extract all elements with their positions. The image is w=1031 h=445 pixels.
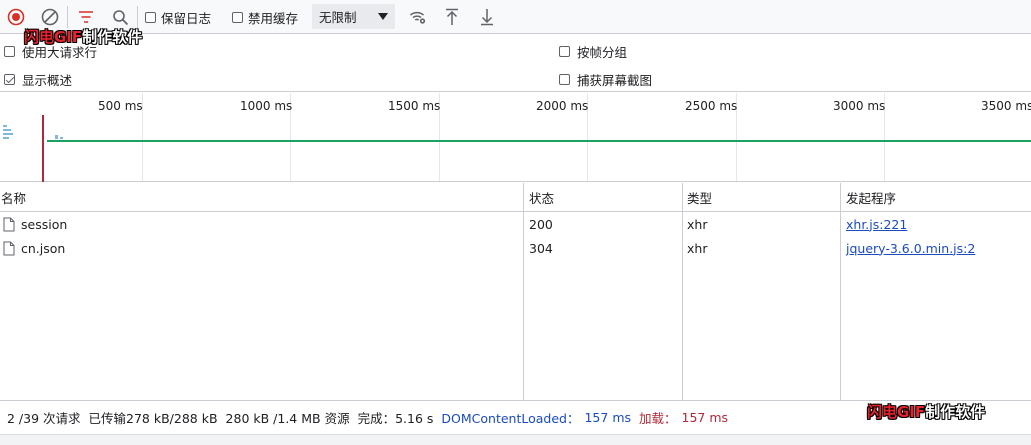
request-bar-mini <box>60 137 63 139</box>
resources-size: 280 kB /1.4 MB 资源 <box>225 411 350 426</box>
request-name-cell: cn.json <box>3 236 65 260</box>
request-bar-mini <box>3 137 9 139</box>
network-conditions-button[interactable] <box>404 0 432 34</box>
column-header-status[interactable]: 状态 <box>524 183 682 212</box>
preserve-log-label: 保留日志 <box>161 10 212 26</box>
capture-screenshots-label: 捕获屏幕截图 <box>577 73 653 88</box>
filter-icon <box>79 11 93 23</box>
watermark-brand: 闪电GIF <box>24 28 83 46</box>
request-bar-mini <box>55 135 58 139</box>
checkbox-box[interactable] <box>4 46 15 57</box>
dcl-value: 157 ms <box>584 410 632 425</box>
show-overview-label: 显示概述 <box>22 73 73 88</box>
finish-time: 完成：5.16 s <box>357 411 434 426</box>
document-icon <box>3 217 15 231</box>
request-type: xhr <box>687 216 708 232</box>
request-count: 2 /39 次请求 <box>7 411 81 426</box>
request-name[interactable]: session <box>21 217 67 232</box>
requests-table-header: 名称 状态 类型 发起程序 <box>0 183 1031 212</box>
timeline-tick: 500 ms <box>98 99 143 113</box>
checkbox-box-checked[interactable] <box>4 74 15 85</box>
export-har-button[interactable] <box>473 0 501 34</box>
dcl-label: DOMContentLoaded： <box>441 411 580 426</box>
load-event-marker <box>42 115 44 182</box>
import-har-button[interactable] <box>438 0 466 34</box>
dropdown-caret-icon <box>378 13 388 20</box>
request-bar-mini <box>3 125 7 127</box>
wifi-settings-icon <box>410 11 426 24</box>
throttling-value: 无限制 <box>319 10 357 25</box>
timeline-tick: 3000 ms <box>833 99 886 113</box>
group-by-frame-checkbox[interactable]: 按帧分组 <box>559 42 627 61</box>
checkbox-box[interactable] <box>559 74 570 85</box>
search-icon <box>112 9 128 25</box>
checkbox-box[interactable] <box>559 46 570 57</box>
table-row[interactable]: session 200 xhr xhr.js:221 <box>0 212 1031 236</box>
show-overview-checkbox[interactable]: 显示概述 <box>4 70 72 89</box>
watermark-top: 闪电GIF制作软件 <box>24 26 142 47</box>
timeline-progress-line <box>47 140 1031 142</box>
initiator-link[interactable]: jquery-3.6.0.min.js:2 <box>846 236 975 260</box>
timeline-tick: 2500 ms <box>685 99 738 113</box>
request-bar-mini <box>3 133 13 135</box>
timeline-tick: 2000 ms <box>536 99 589 113</box>
request-name-cell: session <box>3 212 67 236</box>
load-value: 157 ms <box>681 410 729 425</box>
document-icon <box>3 241 15 255</box>
watermark-suffix: 制作软件 <box>925 403 986 421</box>
column-header-initiator[interactable]: 发起程序 <box>841 183 1031 212</box>
download-icon <box>481 9 493 26</box>
drawer-edge <box>0 434 1031 445</box>
watermark-suffix: 制作软件 <box>82 28 143 46</box>
watermark-brand: 闪电GIF <box>867 403 926 421</box>
toolbar-divider <box>137 6 138 28</box>
group-by-frame-label: 按帧分组 <box>577 45 628 60</box>
request-bar-mini <box>3 129 11 131</box>
load-label: 加载： <box>639 411 677 426</box>
request-name[interactable]: cn.json <box>21 241 65 256</box>
toolbar-divider <box>67 6 68 28</box>
table-row[interactable]: cn.json 304 xhr jquery-3.6.0.min.js:2 <box>0 236 1031 260</box>
column-header-type[interactable]: 类型 <box>682 183 840 212</box>
upload-icon <box>446 8 458 25</box>
timeline-tick: 1500 ms <box>388 99 441 113</box>
transferred-size: 已传输278 kB/288 kB <box>88 411 218 426</box>
disable-cache-checkbox[interactable]: 禁用缓存 <box>232 0 298 34</box>
timeline-tick: 1000 ms <box>240 99 293 113</box>
column-header-name[interactable]: 名称 <box>0 183 523 212</box>
timeline-tick: 3500 ms <box>981 99 1031 113</box>
clear-icon <box>41 8 59 26</box>
disable-cache-label: 禁用缓存 <box>248 10 299 26</box>
network-toolbar: 保留日志 禁用缓存 无限制 <box>0 0 1031 34</box>
request-status: 304 <box>529 240 553 256</box>
capture-screenshots-checkbox[interactable]: 捕获屏幕截图 <box>559 70 652 89</box>
watermark-bottom: 闪电GIF制作软件 <box>867 401 985 422</box>
checkbox-box[interactable] <box>145 11 156 23</box>
checkbox-box[interactable] <box>232 11 243 23</box>
preserve-log-checkbox[interactable]: 保留日志 <box>145 0 211 34</box>
request-status: 200 <box>529 216 553 232</box>
initiator-link[interactable]: xhr.js:221 <box>846 212 907 236</box>
network-overview-timeline[interactable]: 500 ms 1000 ms 1500 ms 2000 ms 2500 ms 3… <box>0 93 1031 182</box>
network-settings-pane: 使用大请求行 显示概述 按帧分组 捕获屏幕截图 <box>0 34 1031 92</box>
throttling-select[interactable]: 无限制 <box>312 4 395 29</box>
request-type: xhr <box>687 240 708 256</box>
record-icon <box>7 8 25 26</box>
